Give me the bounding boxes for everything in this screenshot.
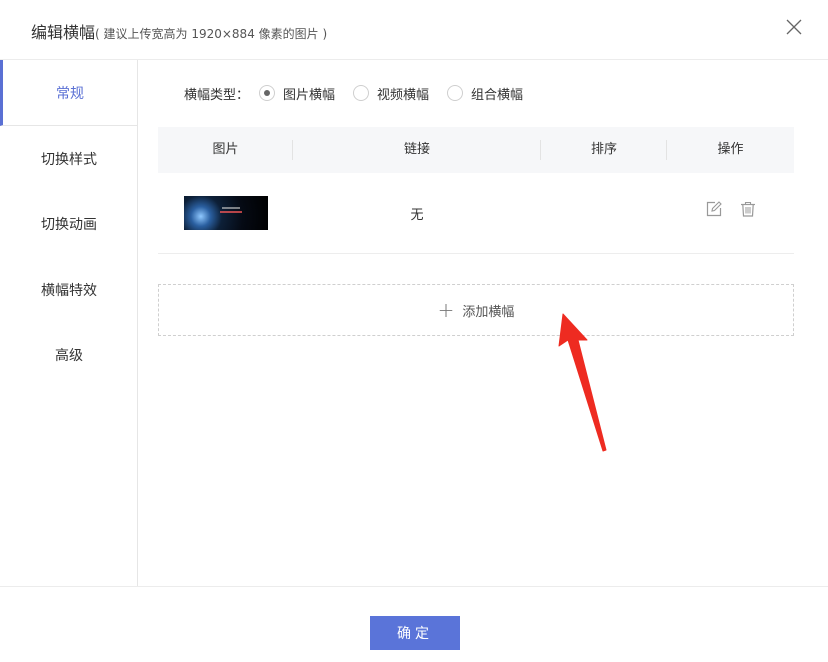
dialog-hint: ( 建议上传宽高为 1920×884 像素的图片 )	[95, 27, 328, 41]
column-header-sort: 排序	[541, 127, 667, 173]
radio-label: 图片横幅	[283, 87, 336, 103]
radio-image-banner[interactable]: 图片横幅	[259, 84, 335, 103]
sidebar-item-advanced[interactable]: 高级	[0, 322, 138, 388]
sidebar-item-label: 高级	[55, 348, 83, 364]
radio-unchecked-icon[interactable]	[353, 85, 370, 101]
radio-video-banner[interactable]: 视频横幅	[353, 84, 429, 103]
sidebar-item-switch-style[interactable]: 切换样式	[0, 126, 138, 192]
red-arrow-annotation	[558, 313, 607, 452]
table-row: 无	[158, 173, 794, 254]
sidebar-item-switch-animation[interactable]: 切换动画	[0, 191, 138, 257]
radio-combo-banner[interactable]: 组合横幅	[447, 84, 523, 103]
banner-type-row: 横幅类型： 图片横幅 视频横幅 组合横幅	[184, 82, 541, 104]
edit-icon[interactable]	[706, 201, 722, 217]
sidebar-item-label: 切换样式	[41, 152, 97, 168]
actions-cell	[667, 201, 794, 217]
dialog-title: 编辑横幅( 建议上传宽高为 1920×884 像素的图片 )	[31, 19, 327, 43]
plus-icon: +	[437, 298, 455, 322]
sidebar-item-label: 横幅特效	[41, 283, 97, 299]
radio-unchecked-icon[interactable]	[447, 85, 464, 101]
sidebar: 常规 切换样式 切换动画 横幅特效 高级	[0, 60, 138, 586]
table-header: 图片 链接 排序 操作	[158, 127, 794, 173]
sidebar-item-label: 常规	[56, 85, 84, 102]
main-content: 横幅类型： 图片横幅 视频横幅 组合横幅 图片 链接 排序 操作 无 + 添加横…	[139, 60, 828, 586]
banner-table: 图片 链接 排序 操作 无	[158, 127, 794, 254]
column-header-image: 图片	[158, 127, 293, 173]
dialog-header: 编辑横幅( 建议上传宽高为 1920×884 像素的图片 )	[0, 0, 828, 60]
add-banner-label: 添加横幅	[462, 304, 515, 320]
sidebar-item-label: 切换动画	[41, 217, 97, 233]
close-icon[interactable]	[786, 19, 802, 35]
edit-banner-dialog: 编辑横幅( 建议上传宽高为 1920×884 像素的图片 ) 常规 切换样式 切…	[0, 0, 828, 662]
banner-type-label: 横幅类型：	[184, 87, 250, 103]
radio-label: 视频横幅	[377, 87, 430, 103]
radio-checked-icon[interactable]	[259, 85, 276, 101]
sidebar-item-general[interactable]: 常规	[0, 60, 137, 126]
add-banner-button[interactable]: + 添加横幅	[158, 284, 794, 336]
column-header-link: 链接	[293, 127, 541, 173]
link-cell: 无	[410, 207, 424, 223]
dialog-title-text: 编辑横幅	[31, 23, 96, 42]
column-header-actions: 操作	[717, 142, 744, 157]
dialog-footer: 确定	[0, 586, 828, 662]
radio-label: 组合横幅	[471, 87, 524, 103]
sidebar-item-banner-effects[interactable]: 横幅特效	[0, 257, 138, 323]
confirm-button[interactable]: 确定	[370, 616, 460, 650]
image-cell	[158, 196, 293, 230]
banner-thumbnail	[184, 196, 268, 230]
trash-icon[interactable]	[740, 201, 756, 217]
